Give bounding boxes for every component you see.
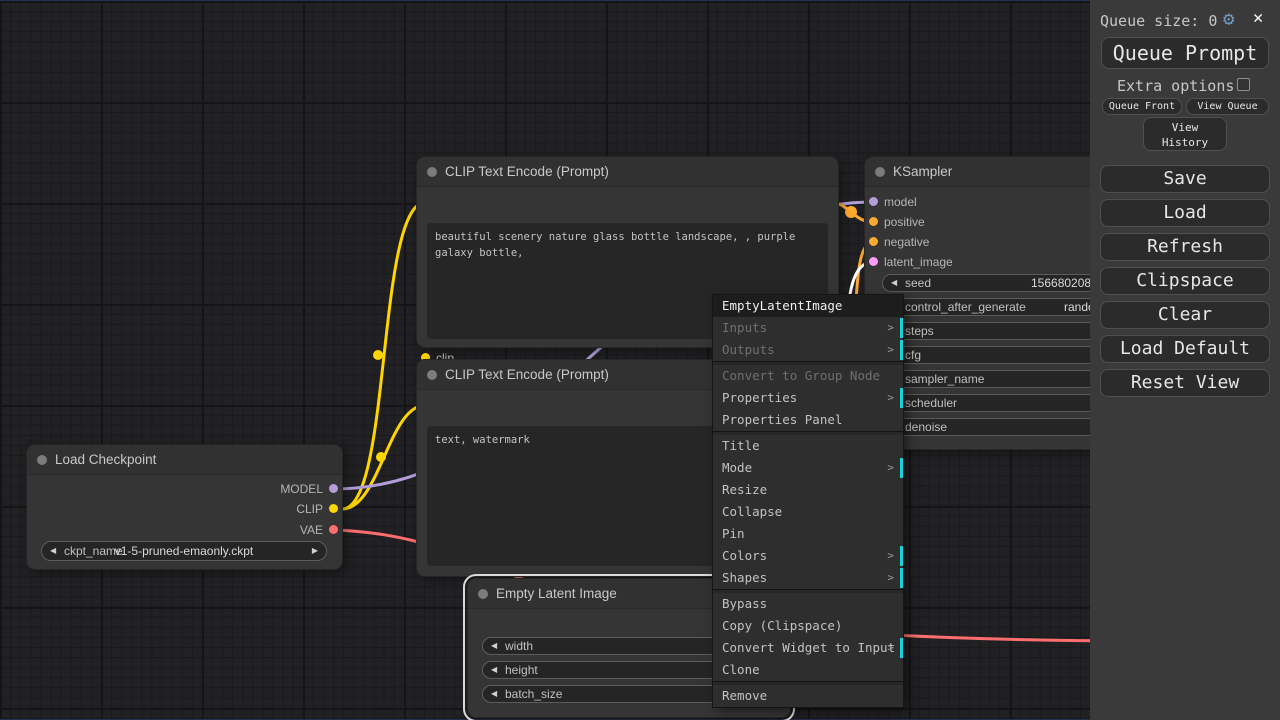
- submenu-arrow-icon: >: [887, 549, 894, 562]
- submenu-marker: [900, 458, 903, 478]
- menu-item-properties[interactable]: Properties >: [713, 387, 903, 409]
- output-slot-model[interactable]: MODEL: [202, 482, 342, 496]
- view-queue-button[interactable]: View Queue: [1186, 98, 1269, 115]
- widget-control-after-generate[interactable]: ◀ control_after_generate randomize: [882, 298, 1125, 316]
- wire-clip-to-positive-prompt: [341, 200, 427, 511]
- wire-clip-to-negative-prompt: [341, 403, 427, 511]
- widget-ckpt-name[interactable]: ◀ ckpt_name v1-5-pruned-emaonly.ckpt ▶: [41, 541, 327, 561]
- decrement-arrow-icon[interactable]: ◀: [891, 275, 897, 291]
- node-load-checkpoint[interactable]: Load Checkpoint MODEL CLIP VAE ◀ ckpt_na…: [27, 445, 342, 569]
- input-slot-positive[interactable]: positive: [865, 215, 925, 229]
- collapse-dot-icon[interactable]: [875, 167, 885, 177]
- node-title-bar[interactable]: Load Checkpoint: [27, 445, 342, 475]
- submenu-marker: [900, 638, 903, 658]
- menu-item-bypass[interactable]: Bypass: [713, 593, 903, 615]
- context-menu-title: EmptyLatentImage: [713, 295, 903, 317]
- vae-port-icon[interactable]: [329, 525, 338, 534]
- widget-denoise[interactable]: ◀ denoise: [882, 418, 1125, 436]
- widget-seed[interactable]: ◀ seed 1566802087: [882, 274, 1125, 292]
- output-slot-clip[interactable]: CLIP: [202, 502, 342, 516]
- node-title: CLIP Text Encode (Prompt): [445, 367, 609, 382]
- menu-item-title[interactable]: Title: [713, 435, 903, 457]
- link-dot-conditioning[interactable]: [845, 206, 857, 218]
- queue-prompt-button[interactable]: Queue Prompt: [1101, 37, 1269, 69]
- submenu-arrow-icon: >: [887, 461, 894, 474]
- submenu-arrow-icon: >: [887, 343, 894, 356]
- widget-cfg[interactable]: ◀ cfg: [882, 346, 1125, 364]
- submenu-marker: [900, 546, 903, 566]
- link-dot-clip-1[interactable]: [373, 350, 383, 360]
- clip-port-icon[interactable]: [329, 504, 338, 513]
- menu-item-mode[interactable]: Mode >: [713, 457, 903, 479]
- input-slot-model[interactable]: model: [865, 195, 917, 209]
- submenu-marker: [900, 568, 903, 588]
- submenu-arrow-icon: >: [887, 571, 894, 584]
- output-slot-vae[interactable]: VAE: [202, 523, 342, 537]
- widget-sampler-name[interactable]: ◀ sampler_name: [882, 370, 1125, 388]
- extra-options-label: Extra options: [1117, 77, 1235, 95]
- clipspace-button[interactable]: Clipspace: [1100, 267, 1270, 295]
- collapse-dot-icon[interactable]: [427, 167, 437, 177]
- collapse-dot-icon[interactable]: [478, 589, 488, 599]
- node-title-bar[interactable]: CLIP Text Encode (Prompt): [417, 157, 838, 187]
- submenu-marker: [900, 340, 903, 360]
- menu-item-pin[interactable]: Pin: [713, 523, 903, 545]
- node-editor-canvas[interactable]: CLIP Text Encode (Prompt) clip CONDITION…: [0, 0, 1280, 720]
- queue-front-button[interactable]: Queue Front: [1102, 98, 1182, 115]
- input-slot-negative[interactable]: negative: [865, 235, 929, 249]
- model-port-icon[interactable]: [329, 484, 338, 493]
- node-title-bar[interactable]: KSampler: [865, 157, 1125, 187]
- close-icon[interactable]: ✕: [1253, 8, 1263, 28]
- reset-view-button[interactable]: Reset View: [1100, 369, 1270, 397]
- decrement-arrow-icon[interactable]: ◀: [491, 686, 497, 702]
- node-title: CLIP Text Encode (Prompt): [445, 164, 609, 179]
- menu-item-remove[interactable]: Remove: [713, 685, 903, 707]
- latent-port-icon[interactable]: [869, 257, 878, 266]
- submenu-marker: [900, 318, 903, 338]
- submenu-marker: [900, 388, 903, 408]
- node-ksampler[interactable]: KSampler model positive negative latent_…: [865, 157, 1125, 449]
- widget-steps[interactable]: ◀ steps: [882, 322, 1125, 340]
- menu-item-convert-widget-to-input[interactable]: Convert Widget to Input >: [713, 637, 903, 659]
- input-slot-latent-image[interactable]: latent_image: [865, 255, 953, 269]
- link-dot-clip-2[interactable]: [376, 452, 386, 462]
- decrement-arrow-icon[interactable]: ◀: [491, 638, 497, 654]
- decrement-arrow-icon[interactable]: ◀: [491, 662, 497, 678]
- context-menu: EmptyLatentImage Inputs > Outputs > Conver…: [713, 295, 903, 707]
- widget-scheduler[interactable]: ◀ scheduler: [882, 394, 1125, 412]
- node-title: Load Checkpoint: [55, 452, 157, 467]
- submenu-arrow-icon: >: [887, 641, 894, 654]
- queue-size-label: Queue size: 0: [1100, 12, 1218, 30]
- save-button[interactable]: Save: [1100, 165, 1270, 193]
- clear-button[interactable]: Clear: [1100, 301, 1270, 329]
- view-history-button[interactable]: View History: [1143, 117, 1227, 151]
- menu-item-collapse[interactable]: Collapse: [713, 501, 903, 523]
- submenu-arrow-icon: >: [887, 391, 894, 404]
- menu-item-resize[interactable]: Resize: [713, 479, 903, 501]
- extra-options-checkbox[interactable]: [1237, 78, 1250, 91]
- collapse-dot-icon[interactable]: [37, 455, 47, 465]
- node-title: KSampler: [893, 164, 953, 179]
- load-default-button[interactable]: Load Default: [1100, 335, 1270, 363]
- menu-item-inputs: Inputs >: [713, 317, 903, 339]
- collapse-dot-icon[interactable]: [427, 370, 437, 380]
- model-port-icon[interactable]: [869, 197, 878, 206]
- menu-item-shapes[interactable]: Shapes >: [713, 567, 903, 589]
- menu-item-properties-panel[interactable]: Properties Panel: [713, 409, 903, 431]
- menu-item-outputs: Outputs >: [713, 339, 903, 361]
- menu-item-copy-clipspace[interactable]: Copy (Clipspace): [713, 615, 903, 637]
- conditioning-port-icon[interactable]: [869, 237, 878, 246]
- comfy-menu-panel: Queue size: 0 ⚙ ✕ Queue Prompt Extra opt…: [1090, 0, 1280, 720]
- next-option-arrow-icon[interactable]: ▶: [312, 542, 318, 560]
- refresh-button[interactable]: Refresh: [1100, 233, 1270, 261]
- menu-item-colors[interactable]: Colors >: [713, 545, 903, 567]
- conditioning-port-icon[interactable]: [869, 217, 878, 226]
- node-title: Empty Latent Image: [496, 586, 617, 601]
- settings-gear-icon[interactable]: ⚙: [1223, 8, 1234, 30]
- submenu-arrow-icon: >: [887, 321, 894, 334]
- menu-item-clone[interactable]: Clone: [713, 659, 903, 681]
- menu-item-convert-to-group-node: Convert to Group Node: [722, 368, 881, 383]
- load-button[interactable]: Load: [1100, 199, 1270, 227]
